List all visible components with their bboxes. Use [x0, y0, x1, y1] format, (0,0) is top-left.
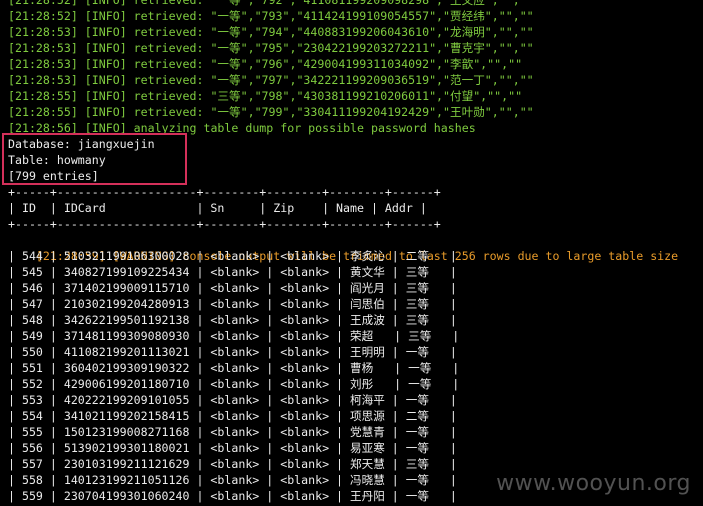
log-time: [21:28:52]: [8, 0, 78, 7]
log-line: [21:28:53] [INFO] retrieved: "一等","794",…: [8, 24, 698, 40]
table-border-mid: +-----+--------------------+--------+---…: [8, 217, 441, 231]
table-border-top: +-----+--------------------+--------+---…: [8, 185, 441, 199]
log-level: [INFO]: [84, 89, 127, 103]
log-text: retrieved: "一等","795","23042219920327221…: [126, 41, 534, 55]
log-level: [INFO]: [84, 25, 127, 39]
log-level: [INFO]: [84, 0, 127, 7]
table-header-row: | ID | IDCard | Sn | Zip | Name | Addr |: [8, 201, 427, 215]
log-text: retrieved: "一等","799","33041119920419242…: [126, 105, 534, 119]
terminal-output: [21:28:52] [INFO] retrieved: "一等","792",…: [8, 0, 698, 504]
watermark: www.wooyun.org: [496, 471, 691, 496]
log-time: [21:28:52]: [8, 9, 78, 23]
log-line: [21:28:53] [INFO] retrieved: "一等","796",…: [8, 56, 698, 72]
table-row: | 553 | 420222199209101055 | <blank> | <…: [8, 393, 457, 407]
log-line: [21:28:52] [INFO] retrieved: "一等","793",…: [8, 8, 698, 24]
log-text: retrieved: "一等","794","44088319920604361…: [126, 25, 534, 39]
log-lines: [21:28:52] [INFO] retrieved: "一等","792",…: [8, 0, 698, 136]
log-level: [INFO]: [84, 57, 127, 71]
table-row: | 551 | 360402199309190322 | <blank> | <…: [8, 361, 460, 375]
log-text: retrieved: "一等","792","41108119920909829…: [126, 0, 534, 7]
log-time: [21:28:53]: [8, 25, 78, 39]
table-rows: | 544 | 510321199106300028 | <blank> | <…: [8, 248, 698, 504]
log-text: retrieved: "三等","798","43038119921020601…: [126, 89, 523, 103]
log-time: [21:28:55]: [8, 89, 78, 103]
table-row: | 549 | 371481199309080930 | <blank> | <…: [8, 329, 460, 343]
table-row: | 554 | 341021199202158415 | <blank> | <…: [8, 409, 457, 423]
table-row: | 550 | 411082199201113021 | <blank> | <…: [8, 345, 457, 359]
log-level: [INFO]: [84, 41, 127, 55]
log-text: retrieved: "一等","793","41142419910905455…: [126, 9, 534, 23]
log-line: [21:28:53] [INFO] retrieved: "一等","797",…: [8, 72, 698, 88]
log-line: [21:28:53] [INFO] retrieved: "一等","795",…: [8, 40, 698, 56]
log-line: [21:28:55] [INFO] retrieved: "一等","799",…: [8, 104, 698, 120]
table-row: | 546 | 371402199009115710 | <blank> | <…: [8, 281, 457, 295]
log-level: [INFO]: [84, 73, 127, 87]
log-level: [INFO]: [84, 9, 127, 23]
table-row: | 557 | 230103199211121629 | <blank> | <…: [8, 457, 457, 471]
table-row: | 547 | 210302199204280913 | <blank> | <…: [8, 297, 457, 311]
log-time: [21:28:53]: [8, 73, 78, 87]
warning-line: [21:28:59] [WARNING] console output will…: [8, 232, 698, 263]
table-row: | 556 | 513902199301180021 | <blank> | <…: [8, 441, 457, 455]
highlight-box: [2, 133, 187, 185]
table-row: | 555 | 150123199008271168 | <blank> | <…: [8, 425, 457, 439]
log-line: [21:28:55] [INFO] retrieved: "三等","798",…: [8, 88, 698, 104]
table-row: | 545 | 340827199109225434 | <blank> | <…: [8, 265, 457, 279]
log-level: [INFO]: [84, 105, 127, 119]
table-row: | 548 | 342622199501192138 | <blank> | <…: [8, 313, 457, 327]
log-time: [21:28:55]: [8, 105, 78, 119]
table-row: | 552 | 429006199201180710 | <blank> | <…: [8, 377, 460, 391]
log-text: retrieved: "一等","796","42900419931103409…: [126, 57, 523, 71]
log-time: [21:28:53]: [8, 41, 78, 55]
log-text: retrieved: "一等","797","34222119920903651…: [126, 73, 534, 87]
log-time: [21:28:53]: [8, 57, 78, 71]
log-line: [21:28:52] [INFO] retrieved: "一等","792",…: [8, 0, 698, 8]
